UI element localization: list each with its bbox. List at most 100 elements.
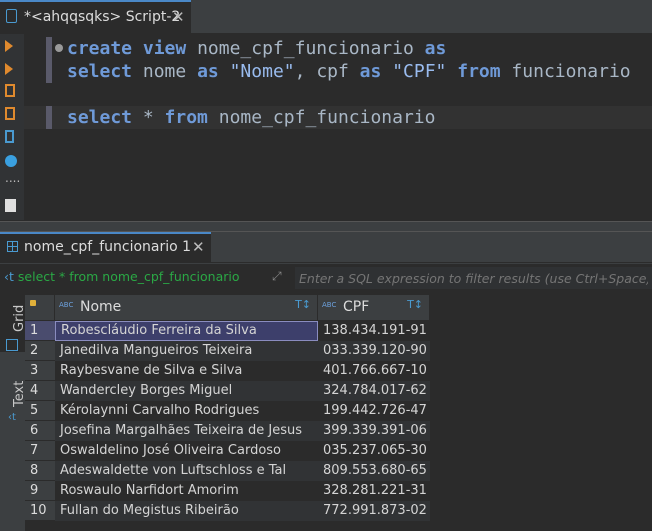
results-tab-title: nome_cpf_funcionario 1 — [24, 239, 192, 255]
script-tab-title: *<ahqqsqks> Script-2 — [24, 9, 181, 25]
cell-nome[interactable]: Oswaldelino José Oliveira Cardoso — [55, 441, 318, 461]
column-header-label: Nome — [80, 299, 122, 315]
explain-plan-icon[interactable] — [5, 84, 15, 97]
column-header-nome[interactable]: ABC Nome T↕ — [55, 295, 318, 320]
sql-script-icon — [6, 9, 17, 23]
row-number[interactable]: 6 — [25, 421, 55, 441]
table-row[interactable]: 6 Josefina Margalhães Teixeira de Jesus 39… — [25, 421, 430, 441]
code-line-text: select nome as "Nome", cpf as "CPF" from… — [67, 60, 631, 83]
side-panel: Grid Text ‹t — [0, 292, 27, 531]
table-row[interactable]: 7 Oswaldelino José Oliveira Cardoso 035.23… — [25, 441, 430, 461]
filter-input[interactable] — [295, 267, 652, 289]
cell-nome[interactable]: Adeswaldette von Luftschloss e Tal — [55, 461, 318, 481]
sql-query-icon: ‹t — [4, 269, 14, 284]
row-number[interactable]: 2 — [25, 341, 55, 361]
filter-query[interactable]: ‹t select * from nome_cpf_funcionario — [4, 269, 240, 287]
cell-cpf[interactable]: 401.766.667-10 — [318, 361, 430, 381]
cell-cpf[interactable]: 033.339.120-90 — [318, 341, 430, 361]
row-number[interactable]: 10 — [25, 501, 55, 521]
table-row[interactable]: 4 Wandercley Borges Miguel 324.784.017-62 — [25, 381, 430, 401]
panel-splitter[interactable] — [0, 221, 652, 232]
row-number[interactable]: 1 — [25, 321, 55, 341]
results-tab[interactable]: nome_cpf_funcionario 1 ✕ — [0, 232, 211, 262]
close-tab-icon[interactable]: ✕ — [192, 238, 205, 256]
code-token: view — [142, 38, 187, 59]
cell-cpf[interactable]: 199.442.726-47 — [318, 401, 430, 421]
code-token: select — [67, 61, 133, 82]
code-token: funcionario — [500, 61, 631, 82]
script-tab[interactable]: *<ahqqsqks> Script-2 ✕ — [0, 0, 191, 33]
row-number[interactable]: 8 — [25, 461, 55, 481]
code-token: as — [359, 61, 382, 82]
statement-marker — [46, 37, 52, 60]
code-line: select nome as "Nome", cpf as "CPF" from… — [24, 60, 652, 83]
grid-view-tab[interactable]: Grid — [0, 292, 27, 352]
fold-icon[interactable] — [55, 44, 63, 52]
row-number[interactable]: 9 — [25, 481, 55, 501]
code-token: create — [67, 38, 133, 59]
code-line-text: select * from nome_cpf_funcionario — [67, 106, 435, 129]
grid-icon — [7, 241, 18, 252]
code-token: cpf — [316, 61, 360, 82]
settings-icon[interactable] — [5, 155, 17, 167]
code-token: , — [294, 61, 317, 82]
column-header-label: CPF — [343, 299, 370, 315]
sort-filter-icon[interactable]: T↕ — [407, 298, 423, 311]
cell-cpf[interactable]: 324.784.017-62 — [318, 381, 430, 401]
cell-cpf[interactable]: 328.281.221-31 — [318, 481, 430, 501]
cell-nome[interactable]: Kérolaynni Carvalho Rodrigues — [55, 401, 318, 421]
text-view-tab[interactable]: Text ‹t — [0, 367, 27, 427]
export-icon[interactable] — [5, 199, 16, 212]
cell-nome[interactable]: Wandercley Borges Miguel — [55, 381, 318, 401]
statement-marker — [46, 60, 52, 83]
cell-nome[interactable]: Janedilva Mangueiros Teixeira — [55, 341, 318, 361]
cell-nome[interactable]: Roswaulo Narfidort Amorim — [55, 481, 318, 501]
filter-query-text: select * from nome_cpf_funcionario — [17, 269, 240, 284]
cell-nome[interactable]: Josefina Margalhães Teixeira de Jesus — [55, 421, 318, 441]
column-header-cpf[interactable]: ABC CPF T↕ — [318, 295, 430, 320]
row-number[interactable]: 5 — [25, 401, 55, 421]
results-grid[interactable]: ABC Nome T↕ ABC CPF T↕ 1 Robescláudio Fer… — [25, 292, 652, 531]
table-row[interactable]: 10 Fullan do Megistus Ribeirão 772.991.873… — [25, 501, 430, 521]
table-row[interactable]: 2 Janedilva Mangueiros Teixeira 033.339.12… — [25, 341, 430, 361]
open-script-icon[interactable] — [5, 130, 14, 143]
cell-nome[interactable]: Robescláudio Ferreira da Silva — [55, 321, 318, 341]
table-row[interactable]: 3 Raybesvane de Silva e Silva 401.766.667-… — [25, 361, 430, 381]
row-number[interactable]: 7 — [25, 441, 55, 461]
table-row[interactable]: 9 Roswaulo Narfidort Amorim 328.281.221-31 — [25, 481, 430, 501]
cell-nome[interactable]: Raybesvane de Silva e Silva — [55, 361, 318, 381]
row-number[interactable]: 3 — [25, 361, 55, 381]
code-token: as — [197, 61, 219, 82]
cell-cpf[interactable]: 772.991.873-02 — [318, 501, 430, 521]
cell-nome[interactable]: Fullan do Megistus Ribeirão — [55, 501, 318, 521]
grid-icon — [6, 339, 18, 351]
cell-cpf[interactable]: 809.553.680-65 — [318, 461, 430, 481]
code-token: from — [164, 107, 208, 128]
filter-bar: ‹t select * from nome_cpf_funcionario ⤢ — [0, 263, 652, 293]
table-row[interactable]: 8 Adeswaldette von Luftschloss e Tal 809.5… — [25, 461, 430, 481]
cell-cpf[interactable]: 399.339.391-06 — [318, 421, 430, 441]
close-tab-icon[interactable]: ✕ — [172, 8, 185, 26]
row-number[interactable]: 4 — [25, 381, 55, 401]
code-line: select * from nome_cpf_funcionario — [24, 106, 652, 129]
grid-header: ABC Nome T↕ ABC CPF T↕ — [25, 295, 652, 320]
cell-cpf[interactable]: 035.237.065-30 — [318, 441, 430, 461]
load-plan-icon[interactable] — [5, 107, 15, 120]
sort-filter-icon[interactable]: T↕ — [295, 298, 311, 311]
table-row[interactable]: 1 Robescláudio Ferreira da Silva 138.434.1… — [25, 321, 430, 341]
more-icon[interactable]: .... — [5, 172, 20, 188]
statement-marker — [46, 106, 52, 129]
code-token: "Nome" — [229, 61, 295, 82]
code-line-text: create view nome_cpf_funcionario as — [67, 37, 446, 60]
sql-editor[interactable]: create view nome_cpf_funcionario as sele… — [24, 34, 652, 220]
table-row[interactable]: 5 Kérolaynni Carvalho Rodrigues 199.442.72… — [25, 401, 430, 421]
cell-cpf[interactable]: 138.434.191-91 — [318, 321, 430, 341]
expand-icon[interactable]: ⤢ — [272, 269, 290, 287]
execute-script-icon[interactable] — [5, 63, 19, 77]
execute-statement-icon[interactable] — [5, 40, 19, 54]
text-view-icon: ‹t — [8, 412, 16, 423]
